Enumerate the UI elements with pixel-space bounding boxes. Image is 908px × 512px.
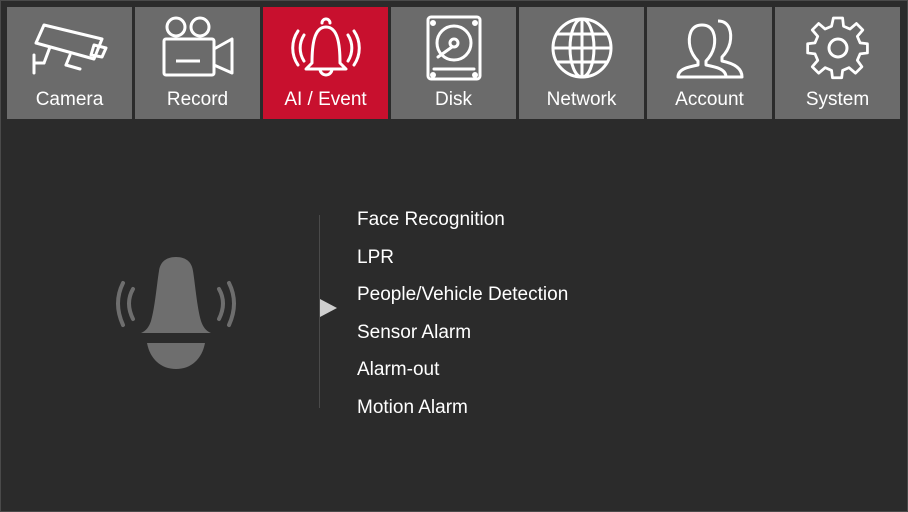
globe-icon	[519, 13, 644, 83]
menu-item-people-vehicle-detection[interactable]: People/Vehicle Detection	[357, 282, 568, 320]
tab-system[interactable]: System	[775, 7, 900, 119]
menu-pointer-icon	[320, 299, 337, 317]
video-camera-icon	[135, 13, 260, 83]
cctv-camera-icon	[7, 13, 132, 83]
ai-event-submenu: Face Recognition LPR People/Vehicle Dete…	[357, 207, 568, 432]
tab-record[interactable]: Record	[135, 7, 260, 119]
tab-ai-event[interactable]: AI / Event	[263, 7, 388, 119]
gear-icon	[775, 13, 900, 83]
tab-network[interactable]: Network	[519, 7, 644, 119]
tab-label: System	[805, 89, 870, 110]
tab-camera[interactable]: Camera	[7, 7, 132, 119]
menu-item-face-recognition[interactable]: Face Recognition	[357, 207, 568, 245]
menu-item-alarm-out[interactable]: Alarm-out	[357, 357, 568, 395]
tab-disk[interactable]: Disk	[391, 7, 516, 119]
users-icon	[647, 13, 772, 83]
tab-label: Camera	[35, 89, 104, 110]
hard-disk-icon	[391, 13, 516, 83]
ai-event-panel: Face Recognition LPR People/Vehicle Dete…	[1, 120, 907, 511]
alarm-bell-icon	[263, 13, 388, 83]
menu-item-motion-alarm[interactable]: Motion Alarm	[357, 395, 568, 433]
menu-item-lpr[interactable]: LPR	[357, 245, 568, 283]
main-tab-bar: Camera Record AI / Event Disk Network Ac…	[7, 7, 903, 119]
tab-label: AI / Event	[284, 89, 367, 110]
tab-label: Network	[546, 89, 617, 110]
tab-label: Disk	[435, 89, 472, 110]
menu-item-sensor-alarm[interactable]: Sensor Alarm	[357, 320, 568, 358]
tab-label: Record	[166, 89, 229, 110]
alarm-bell-icon	[109, 253, 243, 378]
tab-label: Account	[675, 89, 744, 110]
settings-window: Camera Record AI / Event Disk Network Ac…	[0, 0, 908, 512]
tab-account[interactable]: Account	[647, 7, 772, 119]
